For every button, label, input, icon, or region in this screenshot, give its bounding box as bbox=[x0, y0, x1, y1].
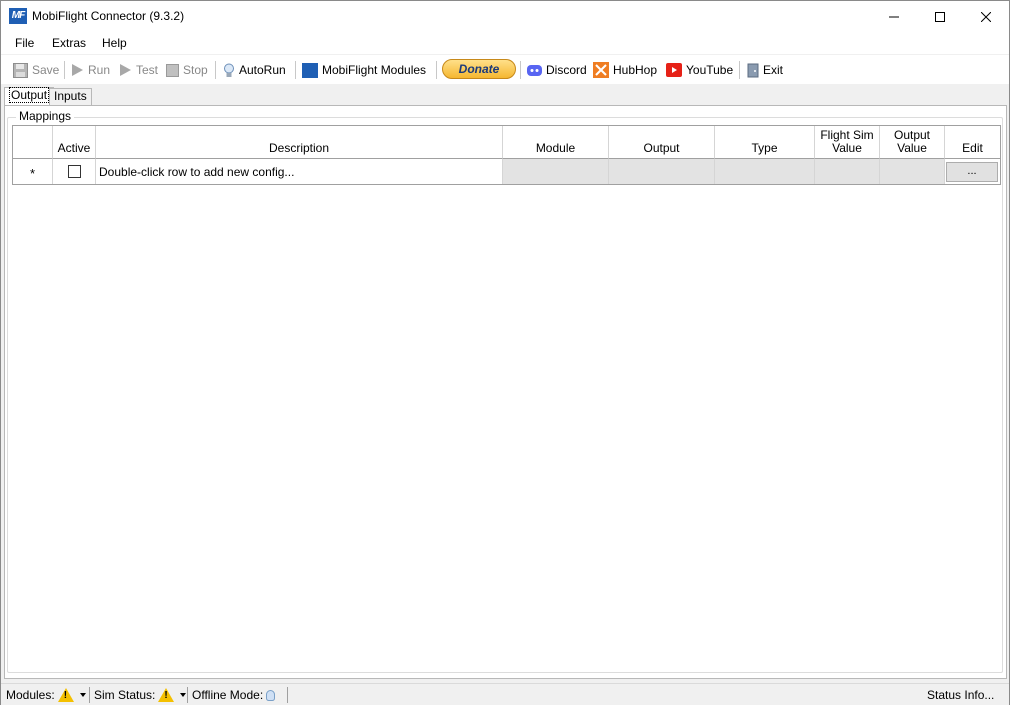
column-header-module[interactable]: Module bbox=[503, 126, 609, 159]
lightbulb-icon bbox=[224, 63, 234, 77]
column-header-type[interactable]: Type bbox=[715, 126, 815, 159]
test-button[interactable]: Test bbox=[119, 60, 158, 80]
column-header-output-value[interactable]: Output Value bbox=[880, 126, 945, 159]
toolbar-separator bbox=[64, 61, 65, 79]
close-icon bbox=[981, 11, 991, 22]
hubhop-button[interactable]: HubHop bbox=[593, 60, 657, 80]
mobiflight-logo-icon: MF bbox=[9, 8, 27, 24]
discord-button[interactable]: Discord bbox=[527, 60, 587, 80]
offline-mode-status[interactable]: Offline Mode: bbox=[192, 688, 276, 702]
menu-help[interactable]: Help bbox=[102, 36, 127, 50]
sim-status-label: Sim Status: bbox=[94, 688, 156, 702]
lightbulb-icon bbox=[266, 689, 276, 701]
type-cell[interactable] bbox=[715, 159, 815, 184]
status-separator bbox=[187, 687, 188, 703]
new-row-marker: * bbox=[13, 159, 53, 184]
stop-icon bbox=[166, 63, 179, 77]
minimize-icon bbox=[889, 16, 899, 17]
menu-bar: File Extras Help bbox=[1, 32, 1009, 54]
column-header-description[interactable]: Description bbox=[96, 126, 503, 159]
toolbar-separator bbox=[295, 61, 296, 79]
hubhop-label: HubHop bbox=[613, 63, 658, 77]
toolbar-separator bbox=[215, 61, 216, 79]
exit-label: Exit bbox=[763, 63, 784, 77]
status-separator bbox=[287, 687, 288, 703]
chevron-down-icon[interactable] bbox=[180, 693, 187, 697]
sim-status[interactable]: Sim Status: bbox=[94, 688, 187, 702]
mobiflight-modules-label: MobiFlight Modules bbox=[322, 63, 427, 77]
exit-door-icon bbox=[747, 63, 759, 77]
warning-icon bbox=[57, 688, 74, 702]
toolbar-separator bbox=[436, 61, 437, 79]
close-button[interactable] bbox=[963, 1, 1009, 32]
save-label: Save bbox=[32, 63, 60, 77]
mappings-grid[interactable]: Active Description Module Output Type Fl… bbox=[12, 125, 1001, 185]
menu-extras[interactable]: Extras bbox=[52, 36, 86, 50]
tab-inputs[interactable]: Inputs bbox=[49, 88, 92, 105]
status-info-button[interactable]: Status Info... bbox=[927, 688, 994, 702]
minimize-button[interactable] bbox=[871, 1, 917, 32]
tab-output-label: Output bbox=[9, 87, 50, 103]
hubhop-icon bbox=[593, 62, 609, 78]
modules-status-label: Modules: bbox=[6, 688, 55, 702]
discord-icon bbox=[527, 64, 542, 76]
stop-label: Stop bbox=[183, 63, 208, 77]
youtube-label: YouTube bbox=[686, 63, 734, 77]
edit-row-button[interactable]: ... bbox=[946, 162, 998, 182]
run-button[interactable]: Run bbox=[71, 60, 110, 80]
column-header-flight-sim-value[interactable]: Flight Sim Value bbox=[815, 126, 880, 159]
autorun-label: AutoRun bbox=[239, 63, 286, 77]
youtube-button[interactable]: YouTube bbox=[666, 60, 733, 80]
active-cell[interactable] bbox=[53, 159, 96, 184]
mappings-group-label: Mappings bbox=[16, 109, 75, 123]
play-icon bbox=[72, 64, 83, 76]
autorun-button[interactable]: AutoRun bbox=[223, 60, 286, 80]
description-cell[interactable]: Double-click row to add new config... bbox=[96, 159, 503, 184]
warning-icon bbox=[158, 688, 175, 702]
window-title: MobiFlight Connector (9.3.2) bbox=[32, 9, 185, 23]
mobiflight-modules-button[interactable]: MobiFlight Modules bbox=[302, 60, 426, 80]
exit-button[interactable]: Exit bbox=[747, 60, 783, 80]
column-header-edit[interactable]: Edit bbox=[945, 126, 1000, 159]
row-header-corner bbox=[13, 126, 53, 159]
modules-status[interactable]: Modules: bbox=[6, 688, 86, 702]
save-icon bbox=[13, 62, 28, 78]
save-button[interactable]: Save bbox=[13, 60, 59, 80]
run-label: Run bbox=[88, 63, 111, 77]
mobiflight-modules-icon bbox=[302, 62, 318, 78]
tab-output[interactable]: Output bbox=[4, 87, 55, 106]
output-value-cell bbox=[880, 159, 945, 184]
status-bar: Modules: Sim Status: Offline Mode: Statu… bbox=[1, 683, 1009, 705]
status-separator bbox=[89, 687, 90, 703]
offline-mode-label: Offline Mode: bbox=[192, 688, 264, 702]
output-cell[interactable] bbox=[609, 159, 715, 184]
mappings-groupbox bbox=[7, 117, 1003, 673]
column-header-output[interactable]: Output bbox=[609, 126, 715, 159]
title-bar[interactable]: MF MobiFlight Connector (9.3.2) bbox=[1, 1, 1009, 32]
active-checkbox[interactable] bbox=[67, 165, 81, 178]
maximize-button[interactable] bbox=[917, 1, 963, 32]
column-header-active[interactable]: Active bbox=[53, 126, 96, 159]
youtube-icon bbox=[666, 63, 682, 77]
app-window: MF MobiFlight Connector (9.3.2) File Ext… bbox=[0, 0, 1010, 705]
flight-sim-value-cell bbox=[815, 159, 880, 184]
test-play-icon bbox=[120, 64, 131, 76]
discord-label: Discord bbox=[546, 63, 587, 77]
toolbar-separator bbox=[739, 61, 740, 79]
menu-file[interactable]: File bbox=[15, 36, 34, 50]
chevron-down-icon[interactable] bbox=[79, 693, 86, 697]
test-label: Test bbox=[136, 63, 159, 77]
maximize-icon bbox=[935, 11, 945, 22]
toolbar-separator bbox=[520, 61, 521, 79]
stop-button[interactable]: Stop bbox=[166, 60, 208, 80]
module-cell[interactable] bbox=[503, 159, 609, 184]
donate-button[interactable]: Donate bbox=[442, 59, 516, 79]
